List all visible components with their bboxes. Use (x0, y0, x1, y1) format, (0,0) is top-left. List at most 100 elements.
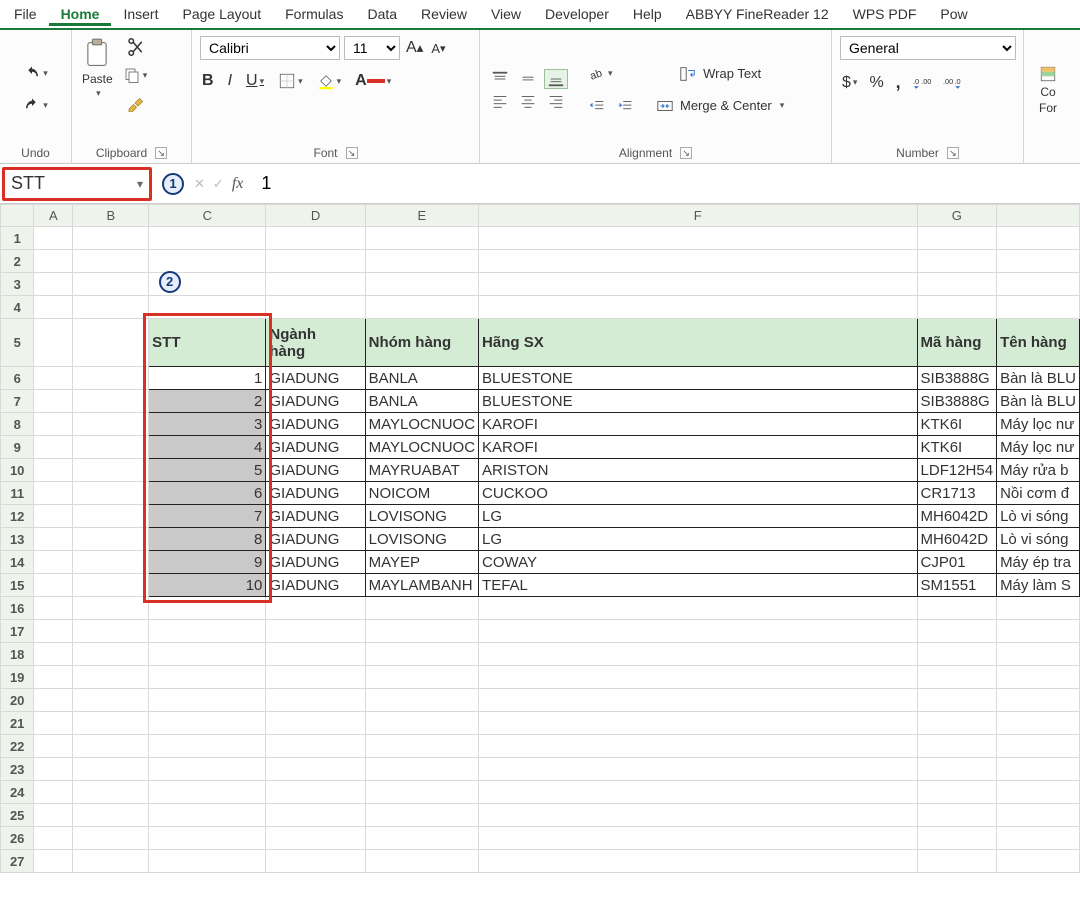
cell-B18[interactable] (73, 643, 149, 666)
cell-F27[interactable] (479, 850, 917, 873)
cell-C22[interactable] (149, 735, 266, 758)
cell-A19[interactable] (34, 666, 73, 689)
cell-D27[interactable] (266, 850, 365, 873)
row-head-20[interactable]: 20 (1, 689, 34, 712)
cell-C11[interactable]: 6 (149, 482, 266, 505)
menu-review[interactable]: Review (409, 2, 479, 26)
cell-F5[interactable]: Hãng SX (479, 319, 917, 367)
row-head-3[interactable]: 3 (1, 273, 34, 296)
cell-1[interactable] (997, 227, 1080, 250)
cell-D13[interactable]: GIADUNG (266, 528, 365, 551)
cell-3[interactable] (997, 273, 1080, 296)
row-head-17[interactable]: 17 (1, 620, 34, 643)
cell-B20[interactable] (73, 689, 149, 712)
menu-page-layout[interactable]: Page Layout (170, 2, 273, 26)
cell-D20[interactable] (266, 689, 365, 712)
cell-C4[interactable] (149, 296, 266, 319)
cell-F21[interactable] (479, 712, 917, 735)
cell-C17[interactable] (149, 620, 266, 643)
accounting-format-button[interactable]: $▾ (840, 72, 859, 94)
cell-F4[interactable] (479, 296, 917, 319)
cell-B5[interactable] (73, 319, 149, 367)
cell-E10[interactable]: MAYRUABAT (365, 459, 478, 482)
align-center-button[interactable] (516, 91, 540, 111)
col-head-A[interactable]: A (34, 205, 73, 227)
cell-E6[interactable]: BANLA (365, 367, 478, 390)
row-head-23[interactable]: 23 (1, 758, 34, 781)
cell-C2[interactable] (149, 250, 266, 273)
cell-18[interactable] (997, 643, 1080, 666)
redo-button[interactable]: ▾ (21, 95, 50, 117)
cell-E25[interactable] (365, 804, 478, 827)
undo-button[interactable]: ▾ (21, 63, 50, 85)
cell-25[interactable] (997, 804, 1080, 827)
cell-B19[interactable] (73, 666, 149, 689)
row-head-24[interactable]: 24 (1, 781, 34, 804)
cell-E14[interactable]: MAYEP (365, 551, 478, 574)
cell-G25[interactable] (917, 804, 997, 827)
cell-E26[interactable] (365, 827, 478, 850)
cell-E13[interactable]: LOVISONG (365, 528, 478, 551)
cell-10[interactable]: Máy rửa b (997, 459, 1080, 482)
col-head-E[interactable]: E (365, 205, 478, 227)
row-head-12[interactable]: 12 (1, 505, 34, 528)
cell-E15[interactable]: MAYLAMBANH (365, 574, 478, 597)
row-head-21[interactable]: 21 (1, 712, 34, 735)
cell-B25[interactable] (73, 804, 149, 827)
cell-A5[interactable] (34, 319, 73, 367)
row-head-11[interactable]: 11 (1, 482, 34, 505)
cell-D21[interactable] (266, 712, 365, 735)
select-all-corner[interactable] (1, 205, 34, 227)
cell-D6[interactable]: GIADUNG (266, 367, 365, 390)
name-box[interactable]: STT ▾ (2, 167, 152, 201)
cell-11[interactable]: Nồi cơm đ (997, 482, 1080, 505)
underline-button[interactable]: U▾ (244, 70, 266, 92)
cell-G7[interactable]: SIB3888G (917, 390, 997, 413)
cell-F13[interactable]: LG (479, 528, 917, 551)
cell-E1[interactable] (365, 227, 478, 250)
cell-C10[interactable]: 5 (149, 459, 266, 482)
cell-C23[interactable] (149, 758, 266, 781)
cell-8[interactable]: Máy lọc nư (997, 413, 1080, 436)
menu-developer[interactable]: Developer (533, 2, 621, 26)
cell-B26[interactable] (73, 827, 149, 850)
cell-C6[interactable]: 1 (149, 367, 266, 390)
cell-C7[interactable]: 2 (149, 390, 266, 413)
cell-B1[interactable] (73, 227, 149, 250)
row-head-16[interactable]: 16 (1, 597, 34, 620)
cell-G2[interactable] (917, 250, 997, 273)
row-head-27[interactable]: 27 (1, 850, 34, 873)
menu-abbyy[interactable]: ABBYY FineReader 12 (674, 2, 841, 26)
cell-C19[interactable] (149, 666, 266, 689)
row-head-15[interactable]: 15 (1, 574, 34, 597)
cell-4[interactable] (997, 296, 1080, 319)
cell-A21[interactable] (34, 712, 73, 735)
row-head-1[interactable]: 1 (1, 227, 34, 250)
row-head-7[interactable]: 7 (1, 390, 34, 413)
cell-E17[interactable] (365, 620, 478, 643)
cell-B13[interactable] (73, 528, 149, 551)
cell-B8[interactable] (73, 413, 149, 436)
row-head-6[interactable]: 6 (1, 367, 34, 390)
cell-A26[interactable] (34, 827, 73, 850)
cell-G10[interactable]: LDF12H54 (917, 459, 997, 482)
cell-E4[interactable] (365, 296, 478, 319)
orientation-button[interactable]: ab▾ (586, 63, 615, 85)
cell-F17[interactable] (479, 620, 917, 643)
cell-A24[interactable] (34, 781, 73, 804)
increase-decimal-button[interactable]: .0.00 (911, 72, 933, 94)
cell-E11[interactable]: NOICOM (365, 482, 478, 505)
cell-D1[interactable] (266, 227, 365, 250)
cell-F2[interactable] (479, 250, 917, 273)
cell-C12[interactable]: 7 (149, 505, 266, 528)
cell-D8[interactable]: GIADUNG (266, 413, 365, 436)
cell-B7[interactable] (73, 390, 149, 413)
cell-F10[interactable]: ARISTON (479, 459, 917, 482)
bold-button[interactable]: B (200, 70, 216, 92)
cell-16[interactable] (997, 597, 1080, 620)
cell-F23[interactable] (479, 758, 917, 781)
cancel-formula-button[interactable]: ✕ (194, 176, 205, 192)
cell-F6[interactable]: BLUESTONE (479, 367, 917, 390)
merge-center-button[interactable]: Merge & Center▾ (654, 95, 786, 117)
cell-G12[interactable]: MH6042D (917, 505, 997, 528)
